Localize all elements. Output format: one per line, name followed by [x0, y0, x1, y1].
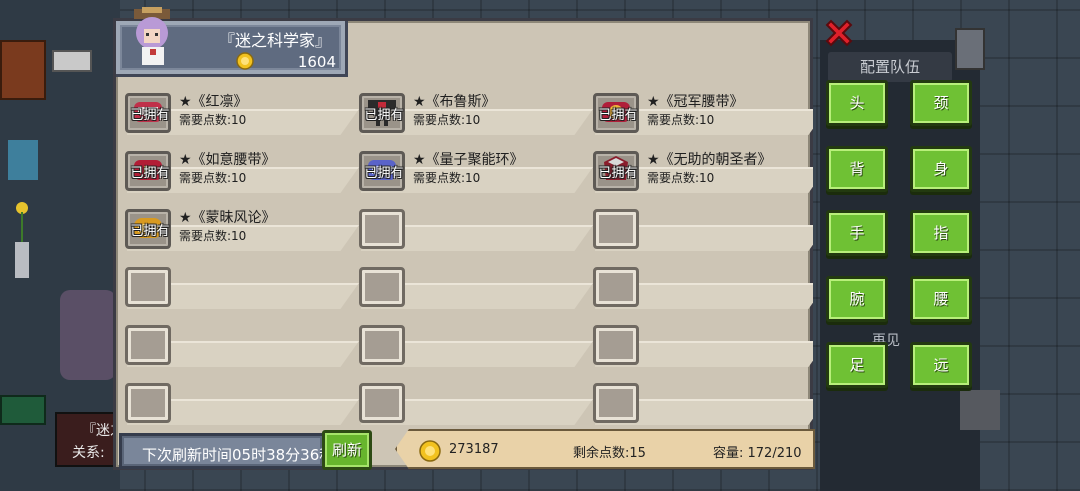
scene-chair	[8, 140, 38, 180]
empty-item-slot[interactable]	[587, 377, 813, 427]
item-cost: 需要点数:10	[179, 113, 247, 127]
item-cost: 需要点数:10	[179, 229, 247, 243]
slot-body-button[interactable]: 身	[910, 146, 972, 192]
shop-coin-count: 1604	[297, 53, 336, 71]
item-cost: 需要点数:10	[647, 113, 715, 127]
owned-label: 已拥有	[130, 166, 170, 181]
item-name: ★《量子聚能环》	[413, 152, 524, 168]
item-slot: 已拥有	[125, 93, 171, 133]
points-remaining: 剩余点数:15	[573, 446, 646, 461]
coin-icon	[236, 52, 254, 70]
shop-item-card[interactable]: 已拥有 ★《如意腰带》 需要点数:10	[119, 145, 359, 195]
capacity-readout: 容量: 172/210	[713, 446, 802, 461]
shop-header: 『迷之科学家』 1604	[116, 7, 348, 77]
item-grid: 已拥有 ★《红凛》 需要点数:10 已拥有 ★《布鲁斯》 需要点数:10 已拥有	[119, 79, 813, 431]
item-slot: 已拥有	[593, 151, 639, 191]
shop-item-card[interactable]: 已拥有 ★《红凛》 需要点数:10	[119, 87, 359, 137]
empty-item-slot[interactable]	[587, 319, 813, 369]
item-slot: 已拥有	[593, 93, 639, 133]
item-slot: 已拥有	[125, 209, 171, 249]
coin-icon	[419, 440, 441, 462]
item-name: ★《无助的朝圣者》	[647, 152, 772, 168]
shop-item-card[interactable]: 已拥有 ★《量子聚能环》 需要点数:10	[353, 145, 593, 195]
item-cost: 需要点数:10	[413, 113, 481, 127]
slot-wrist-button[interactable]: 腕	[826, 276, 888, 322]
empty-item-slot[interactable]	[353, 319, 593, 369]
scene-device	[955, 28, 985, 70]
owned-label: 已拥有	[130, 224, 170, 239]
owned-label: 已拥有	[598, 166, 638, 181]
item-cost: 需要点数:10	[179, 171, 247, 185]
shop-panel: 『迷之科学家』 1604 已拥有 ★《红凛》 需要点数:10 已拥有 ★《布鲁斯…	[113, 7, 815, 470]
scene-machine	[52, 50, 92, 72]
item-name: ★《红凛》	[179, 94, 248, 110]
slot-head-button[interactable]: 头	[826, 80, 888, 126]
scene-character	[60, 290, 116, 380]
total-coin-count: 273187	[449, 442, 499, 457]
slot-foot-button[interactable]: 足	[826, 342, 888, 388]
flower-vase-icon	[10, 200, 34, 278]
shop-title: 『迷之科学家』	[218, 31, 331, 50]
close-icon	[825, 19, 853, 47]
empty-item-slot[interactable]	[353, 261, 593, 311]
scene-vent	[960, 390, 1000, 430]
item-cost: 需要点数:10	[413, 171, 481, 185]
shop-item-card[interactable]: 已拥有 ★《无助的朝圣者》 需要点数:10	[587, 145, 813, 195]
slot-ranged-button[interactable]: 远	[910, 342, 972, 388]
item-slot: 已拥有	[125, 151, 171, 191]
stats-bar: 273187 剩余点数:15 容量: 172/210	[395, 429, 815, 469]
empty-item-slot[interactable]	[353, 377, 593, 427]
refresh-timer-box: 下次刷新时间05时38分36秒	[119, 433, 325, 469]
scientist-avatar-icon	[126, 7, 184, 69]
scene-console	[0, 395, 46, 425]
empty-item-slot[interactable]	[353, 203, 593, 253]
owned-label: 已拥有	[598, 108, 638, 123]
shop-item-card[interactable]: 已拥有 ★《布鲁斯》 需要点数:10	[353, 87, 593, 137]
item-name: ★《布鲁斯》	[413, 94, 496, 110]
empty-item-slot[interactable]	[587, 203, 813, 253]
item-name: ★《蒙昧风论》	[179, 210, 276, 226]
empty-item-slot[interactable]	[587, 261, 813, 311]
item-name: ★《如意腰带》	[179, 152, 276, 168]
item-slot: 已拥有	[359, 151, 405, 191]
item-slot: 已拥有	[359, 93, 405, 133]
empty-item-slot[interactable]	[119, 261, 359, 311]
owned-label: 已拥有	[130, 108, 170, 123]
empty-item-slot[interactable]	[119, 319, 359, 369]
refresh-button[interactable]: 刷新	[322, 430, 372, 470]
team-config-label[interactable]: 配置队伍	[828, 52, 952, 82]
refresh-timer-text: 下次刷新时间05时38分36秒	[142, 446, 325, 464]
slot-waist-button[interactable]: 腰	[910, 276, 972, 322]
slot-finger-button[interactable]: 指	[910, 210, 972, 256]
slot-neck-button[interactable]: 颈	[910, 80, 972, 126]
owned-label: 已拥有	[364, 108, 404, 123]
owned-label: 已拥有	[364, 166, 404, 181]
item-cost: 需要点数:10	[647, 171, 715, 185]
close-button[interactable]	[822, 16, 856, 50]
item-name: ★《冠军腰带》	[647, 94, 744, 110]
slot-back-button[interactable]: 背	[826, 146, 888, 192]
shop-item-card[interactable]: 已拥有 ★《冠军腰带》 需要点数:10	[587, 87, 813, 137]
shop-coin-row: 1604	[236, 52, 342, 72]
scene-cabinet	[0, 40, 46, 100]
scene-partial-relation: 关系:	[72, 445, 105, 461]
shop-item-card[interactable]: 已拥有 ★《蒙昧风论》 需要点数:10	[119, 203, 359, 253]
empty-item-slot[interactable]	[119, 377, 359, 427]
slot-hand-button[interactable]: 手	[826, 210, 888, 256]
